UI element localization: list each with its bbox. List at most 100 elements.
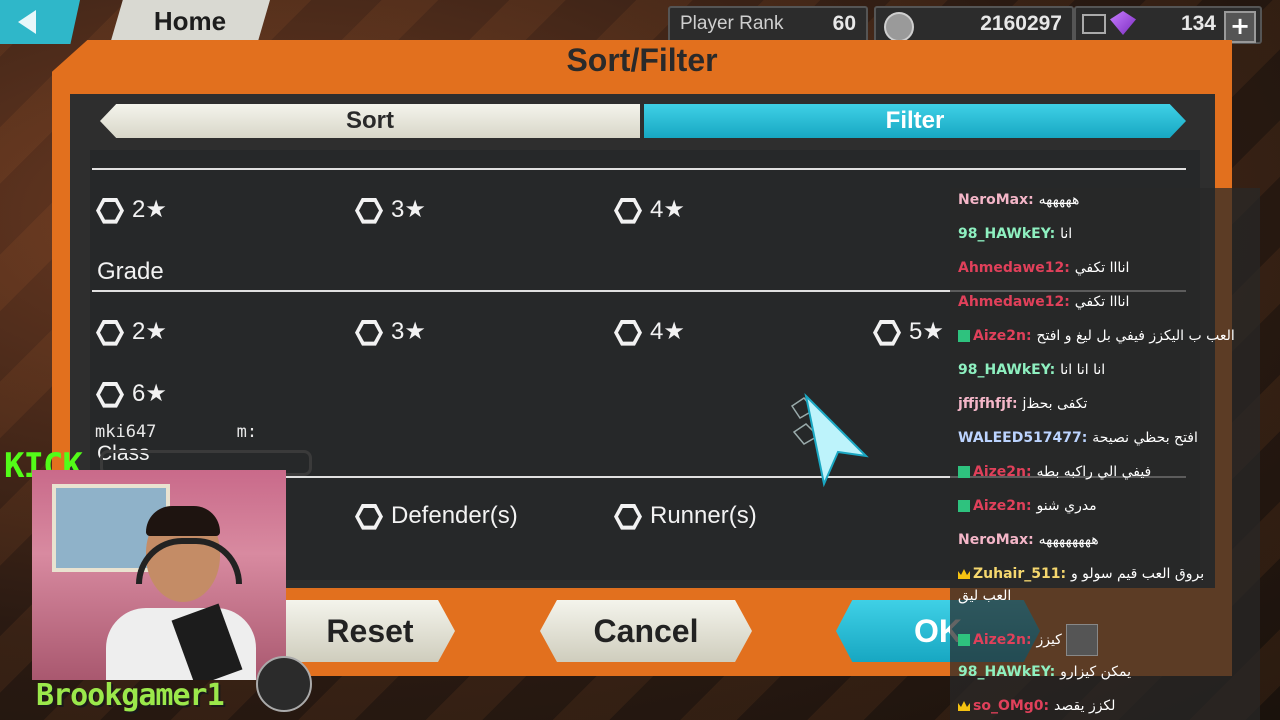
chat-username[interactable]: NeroMax:	[958, 532, 1039, 548]
chat-username[interactable]: 98_HAWkEY:	[958, 362, 1060, 378]
chat-text: بروق العب قيم سولو و	[1070, 566, 1205, 582]
chat-message: 98_HAWkEY: انا	[958, 226, 1252, 242]
chat-username[interactable]: Zuhair_511:	[973, 566, 1071, 582]
chat-username[interactable]: Aize2n:	[973, 632, 1036, 648]
chat-message: Zuhair_511: بروق العب قيم سولو و	[958, 566, 1252, 582]
chat-username[interactable]: WALEED517477:	[958, 430, 1092, 446]
chat-text: انا انا انا	[1060, 362, 1106, 378]
crown-badge-icon	[958, 569, 970, 579]
coin-balance-value: 2160297	[980, 12, 1062, 35]
option-label: 4★	[650, 318, 685, 345]
chat-badge-icon	[958, 500, 970, 512]
webcam-feed	[32, 470, 286, 680]
chat-username[interactable]: NeroMax:	[958, 192, 1039, 208]
chat-text: مدري شنو	[1036, 498, 1097, 514]
chat-message: Aize2n: العب ب اليكزز فيفي بل ليغ و افتح	[958, 328, 1252, 344]
player-rank-box: Player Rank 60	[668, 6, 868, 44]
rarity-option-4[interactable]: 4★	[614, 195, 685, 224]
chat-username[interactable]: 98_HAWkEY:	[958, 226, 1060, 242]
class-option-runner[interactable]: Runner(s)	[614, 502, 757, 530]
tab-sort[interactable]: Sort	[100, 104, 640, 138]
chat-message: Aize2n: مدري شنو	[958, 498, 1252, 514]
chat-username[interactable]: jffjfhfjf:	[958, 396, 1022, 412]
checkbox-hex-icon	[614, 503, 642, 530]
chat-badge-icon	[958, 466, 970, 478]
chat-text: العب ليق	[958, 588, 1012, 604]
chat-message: NeroMax: هههههه	[958, 192, 1252, 208]
stream-chat-overlay: NeroMax: هههههه 98_HAWkEY: انا Ahmedawe12:…	[950, 188, 1260, 720]
checkbox-hex-icon	[873, 319, 901, 346]
option-label: Runner(s)	[650, 502, 757, 529]
coin-balance-box: 2160297	[874, 6, 1074, 44]
gem-balance-box: 134 +	[1074, 6, 1262, 44]
dialog-title: Sort/Filter	[566, 42, 718, 78]
checkbox-hex-icon	[614, 197, 642, 224]
reset-button[interactable]: Reset	[285, 600, 455, 662]
chat-text: العب ب اليكزز فيفي بل ليغ و افتح	[1036, 328, 1235, 344]
gem-icon	[1110, 11, 1136, 35]
option-label: 2★	[132, 196, 167, 223]
grade-section-label: Grade	[97, 258, 164, 285]
overlapped-row-text: mki647 m:	[95, 422, 257, 442]
back-button[interactable]	[0, 0, 80, 44]
back-arrow-icon	[18, 10, 36, 34]
chat-badge-icon	[958, 634, 970, 646]
chat-username[interactable]: Aize2n:	[973, 498, 1036, 514]
grade-option-3[interactable]: 3★	[355, 317, 426, 346]
checkbox-hex-icon	[355, 319, 383, 346]
streamer-avatar	[256, 656, 312, 712]
checkbox-hex-icon	[355, 197, 383, 224]
add-gems-button[interactable]: +	[1224, 11, 1256, 43]
chat-username[interactable]: Ahmedawe12:	[958, 294, 1075, 310]
rarity-option-2[interactable]: 2★	[96, 195, 167, 224]
chat-text: انا	[1060, 226, 1073, 242]
chat-message: Aize2n: كيزز	[958, 624, 1252, 656]
overlapped-text-b: m:	[236, 422, 258, 442]
chat-message: WALEED517477: افتح بحظي نصيحة	[958, 430, 1252, 446]
home-label: Home	[153, 6, 227, 36]
player-rank-value: 60	[832, 12, 856, 35]
chat-text: يمكن كيزارو	[1060, 664, 1131, 680]
class-option-defender[interactable]: Defender(s)	[355, 502, 518, 530]
pointer-cursor-icon	[790, 392, 869, 488]
grade-option-6[interactable]: 6★	[96, 379, 167, 408]
chat-message: NeroMax: ههههههههه	[958, 532, 1252, 548]
chat-message: so_OMg0: لكزز يقصد	[958, 698, 1252, 714]
chat-message: 98_HAWkEY: يمكن كيزارو	[958, 664, 1252, 680]
chat-text: فيفي الي راكبه بطه	[1036, 464, 1152, 480]
grade-option-4[interactable]: 4★	[614, 317, 685, 346]
chat-message: العب ليق	[958, 588, 1252, 604]
cancel-button[interactable]: Cancel	[540, 600, 752, 662]
overlapped-text-a: mki647	[95, 422, 157, 442]
gem-balance-value: 134	[1180, 12, 1216, 35]
checkbox-hex-icon	[96, 197, 124, 224]
chat-username[interactable]: Aize2n:	[973, 328, 1036, 344]
rarity-option-3[interactable]: 3★	[355, 195, 426, 224]
chat-message: Ahmedawe12: انااا تكفي	[958, 294, 1252, 310]
chat-emote-image	[1065, 624, 1098, 656]
chat-username[interactable]: so_OMg0:	[973, 698, 1054, 714]
checkbox-hex-icon	[96, 381, 124, 408]
chat-username[interactable]: Ahmedawe12:	[958, 260, 1075, 276]
tab-filter[interactable]: Filter	[644, 104, 1186, 138]
crown-badge-icon	[958, 701, 970, 711]
coin-icon	[884, 12, 914, 42]
grade-option-5[interactable]: 5★	[873, 317, 944, 346]
option-label: 4★	[650, 196, 685, 223]
chat-text: كيزز	[1036, 632, 1062, 648]
chat-text: انااا تكفي	[1074, 260, 1130, 276]
chat-text: لكزز يقصد	[1054, 698, 1116, 714]
chat-message: Aize2n: فيفي الي راكبه بطه	[958, 464, 1252, 480]
grade-option-2[interactable]: 2★	[96, 317, 167, 346]
checkbox-hex-icon	[614, 319, 642, 346]
option-label: 3★	[391, 318, 426, 345]
computer-icon	[1082, 14, 1106, 34]
chat-text: jتكفى بحظ	[1022, 396, 1088, 412]
chat-message: Ahmedawe12: انااا تكفي	[958, 260, 1252, 276]
option-label: Defender(s)	[391, 502, 518, 529]
chat-text: انااا تكفي	[1074, 294, 1130, 310]
option-label: 6★	[132, 380, 167, 407]
chat-username[interactable]: 98_HAWkEY:	[958, 664, 1060, 680]
home-button[interactable]: Home	[110, 0, 270, 44]
chat-username[interactable]: Aize2n:	[973, 464, 1036, 480]
